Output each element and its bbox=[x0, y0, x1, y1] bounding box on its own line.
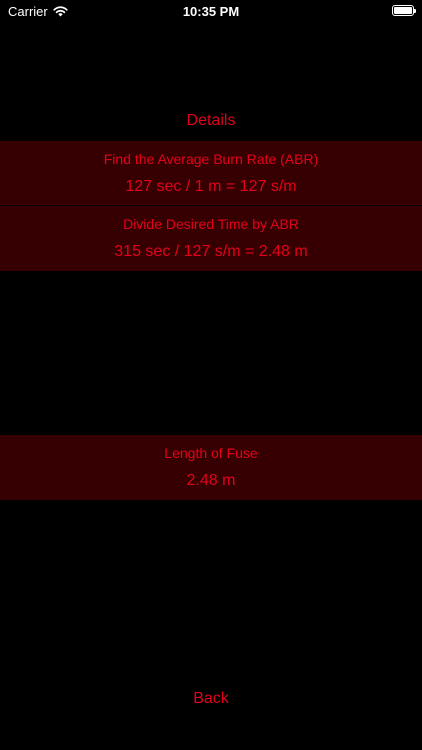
divide-step-label: Divide Desired Time by ABR bbox=[123, 216, 299, 232]
fuse-length-label: Length of Fuse bbox=[164, 445, 258, 461]
back-button[interactable]: Back bbox=[0, 690, 422, 708]
abr-step-panel: Find the Average Burn Rate (ABR) 127 sec… bbox=[0, 141, 422, 205]
status-time: 10:35 PM bbox=[182, 4, 240, 19]
battery-icon bbox=[392, 5, 416, 16]
screen: Carrier 10:35 PM Details Find the Averag… bbox=[0, 0, 422, 750]
divide-step-value: 315 sec / 127 s/m = 2.48 m bbox=[114, 243, 308, 260]
abr-step-value: 127 sec / 1 m = 127 s/m bbox=[125, 178, 297, 195]
abr-step-label: Find the Average Burn Rate (ABR) bbox=[103, 151, 319, 167]
details-title: Details bbox=[186, 112, 236, 129]
fuse-length-panel: Length of Fuse 2.48 m bbox=[0, 435, 422, 500]
back-button-label: Back bbox=[193, 690, 229, 707]
fuse-length-value: 2.48 m bbox=[186, 472, 236, 489]
divide-step-panel: Divide Desired Time by ABR 315 sec / 127… bbox=[0, 206, 422, 271]
status-bar: Carrier 10:35 PM bbox=[0, 0, 422, 24]
